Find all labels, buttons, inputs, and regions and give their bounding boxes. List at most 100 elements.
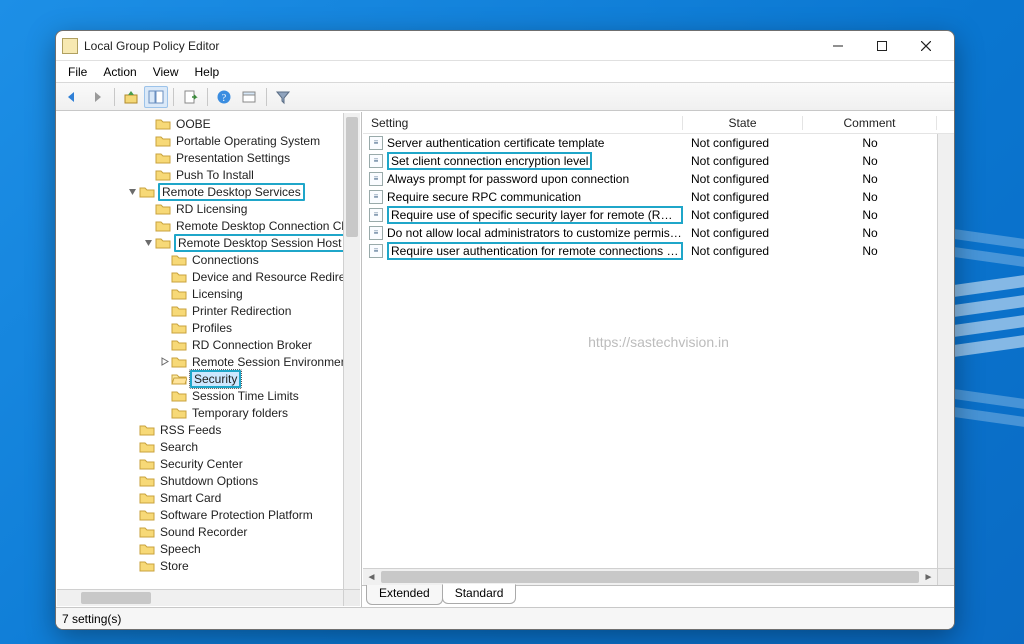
- menu-action[interactable]: Action: [95, 63, 144, 81]
- back-icon[interactable]: [60, 86, 84, 108]
- close-button[interactable]: [904, 31, 948, 61]
- tree-item[interactable]: Sound Recorder: [57, 523, 343, 540]
- menu-help[interactable]: Help: [187, 63, 228, 81]
- tab-extended[interactable]: Extended: [366, 585, 443, 605]
- list-h-scrollbar[interactable]: ◄ ►: [363, 568, 937, 585]
- chevron-down-icon[interactable]: [125, 185, 139, 199]
- tree-item[interactable]: Remote Session Environment: [57, 353, 343, 370]
- tree-item[interactable]: Printer Redirection: [57, 302, 343, 319]
- folder-icon: [139, 491, 155, 505]
- tree-item[interactable]: Smart Card: [57, 489, 343, 506]
- tree-item[interactable]: Session Time Limits: [57, 387, 343, 404]
- expander-placeholder: [157, 321, 171, 335]
- folder-icon: [155, 168, 171, 182]
- tree-v-scrollbar[interactable]: [343, 113, 360, 589]
- tree-item-label: Push To Install: [174, 168, 256, 182]
- folder-open-icon: [171, 372, 187, 386]
- statusbar: 7 setting(s): [56, 607, 954, 629]
- show-hide-tree-icon[interactable]: [144, 86, 168, 108]
- export-list-icon[interactable]: [178, 86, 202, 108]
- tree-item[interactable]: RSS Feeds: [57, 421, 343, 438]
- policy-setting-icon: ≡: [369, 172, 383, 186]
- expander-placeholder: [141, 134, 155, 148]
- list-row[interactable]: ≡Set client connection encryption levelN…: [363, 152, 954, 170]
- tree-item[interactable]: Push To Install: [57, 166, 343, 183]
- tab-strip: Extended Standard: [362, 585, 954, 607]
- minimize-button[interactable]: [816, 31, 860, 61]
- expander-placeholder: [125, 457, 139, 471]
- help-icon[interactable]: ?: [212, 86, 236, 108]
- expander-placeholder: [125, 542, 139, 556]
- list-row[interactable]: ≡Require secure RPC communicationNot con…: [363, 188, 954, 206]
- tree-item[interactable]: Speech: [57, 540, 343, 557]
- tree-item[interactable]: Remote Desktop Connection Client: [57, 217, 343, 234]
- chevron-down-icon[interactable]: [141, 236, 155, 250]
- titlebar[interactable]: Local Group Policy Editor: [56, 31, 954, 61]
- cell-setting: Always prompt for password upon connecti…: [387, 172, 629, 186]
- tree-item[interactable]: Remote Desktop Services: [57, 183, 343, 200]
- scroll-right-icon[interactable]: ►: [920, 569, 937, 585]
- folder-icon: [171, 270, 187, 284]
- tree-v-thumb[interactable]: [346, 117, 358, 237]
- list-v-scrollbar[interactable]: [937, 134, 954, 568]
- filter-icon[interactable]: [271, 86, 295, 108]
- tree-item[interactable]: Presentation Settings: [57, 149, 343, 166]
- list-row[interactable]: ≡Do not allow local administrators to cu…: [363, 224, 954, 242]
- header-comment[interactable]: Comment: [803, 116, 937, 130]
- toolbar: ?: [56, 83, 954, 111]
- tree-pane: OOBEPortable Operating SystemPresentatio…: [56, 112, 362, 607]
- tree-item[interactable]: Security: [57, 370, 343, 387]
- tree-item[interactable]: Profiles: [57, 319, 343, 336]
- tree-item[interactable]: Temporary folders: [57, 404, 343, 421]
- tree-h-thumb[interactable]: [81, 592, 151, 604]
- tree-item[interactable]: Security Center: [57, 455, 343, 472]
- cell-state: Not configured: [683, 208, 803, 222]
- tree-item[interactable]: Remote Desktop Session Host: [57, 234, 343, 251]
- tree-item[interactable]: Device and Resource Redirection: [57, 268, 343, 285]
- list-h-thumb[interactable]: [381, 571, 919, 583]
- expander-placeholder: [157, 304, 171, 318]
- folder-icon: [139, 559, 155, 573]
- expander-placeholder: [141, 202, 155, 216]
- list-header: Setting State Comment: [363, 112, 954, 134]
- tree-item[interactable]: Portable Operating System: [57, 132, 343, 149]
- toolbar-separator: [207, 88, 208, 106]
- list-row[interactable]: ≡Require user authentication for remote …: [363, 242, 954, 260]
- tree-item[interactable]: RD Licensing: [57, 200, 343, 217]
- menu-view[interactable]: View: [145, 63, 187, 81]
- tree-item[interactable]: Licensing: [57, 285, 343, 302]
- tree-item[interactable]: RD Connection Broker: [57, 336, 343, 353]
- tree-item-label: Session Time Limits: [190, 389, 301, 403]
- up-icon[interactable]: [119, 86, 143, 108]
- forward-icon[interactable]: [85, 86, 109, 108]
- tree-item[interactable]: Store: [57, 557, 343, 574]
- tree-h-scrollbar[interactable]: [57, 589, 343, 606]
- list-body: ≡Server authentication certificate templ…: [363, 134, 954, 568]
- list-row[interactable]: ≡Require use of specific security layer …: [363, 206, 954, 224]
- header-state[interactable]: State: [683, 116, 803, 130]
- tree-item[interactable]: Software Protection Platform: [57, 506, 343, 523]
- toolbar-separator: [173, 88, 174, 106]
- properties-icon[interactable]: [237, 86, 261, 108]
- maximize-button[interactable]: [860, 31, 904, 61]
- tree-item-label: RD Licensing: [174, 202, 249, 216]
- folder-icon: [155, 236, 171, 250]
- tree-item[interactable]: Search: [57, 438, 343, 455]
- chevron-right-icon[interactable]: [157, 355, 171, 369]
- policy-setting-icon: ≡: [369, 244, 383, 258]
- folder-icon: [171, 287, 187, 301]
- tab-standard[interactable]: Standard: [442, 584, 517, 604]
- list-scroll-corner: [937, 568, 954, 585]
- tree-item[interactable]: OOBE: [57, 115, 343, 132]
- header-setting[interactable]: Setting: [363, 116, 683, 130]
- list-row[interactable]: ≡Server authentication certificate templ…: [363, 134, 954, 152]
- menu-file[interactable]: File: [60, 63, 95, 81]
- tree-item-label: Licensing: [190, 287, 245, 301]
- list-row[interactable]: ≡ Always prompt for password upon connect…: [363, 170, 954, 188]
- svg-text:?: ?: [222, 93, 227, 104]
- tree-item[interactable]: Shutdown Options: [57, 472, 343, 489]
- expander-placeholder: [125, 525, 139, 539]
- scroll-left-icon[interactable]: ◄: [363, 569, 380, 585]
- expander-placeholder: [125, 491, 139, 505]
- tree-item[interactable]: Connections: [57, 251, 343, 268]
